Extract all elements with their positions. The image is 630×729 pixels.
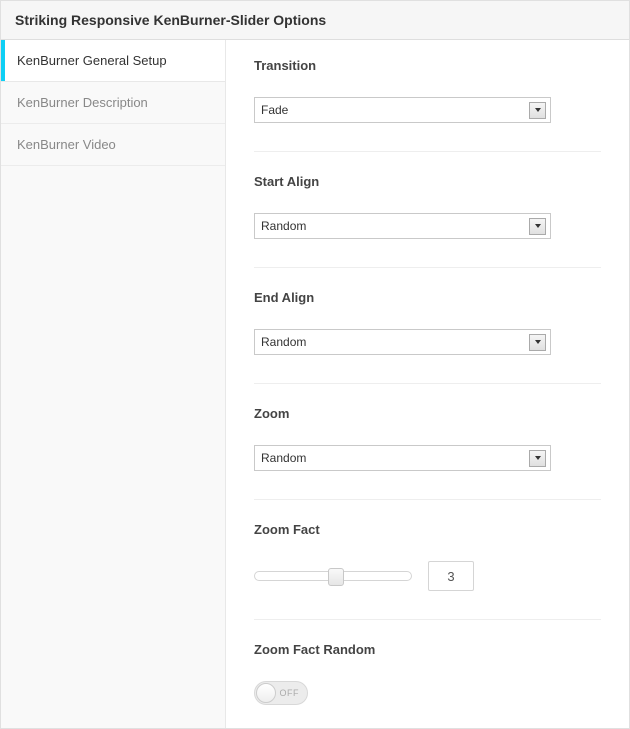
content-area: Transition Fade Start Align Random End A…	[226, 40, 629, 728]
field-transition: Transition Fade	[254, 58, 601, 152]
panel-body: KenBurner General Setup KenBurner Descri…	[1, 40, 629, 728]
zoom-fact-input[interactable]	[428, 561, 474, 591]
transition-select-wrap: Fade	[254, 97, 551, 123]
field-label: Start Align	[254, 174, 601, 189]
zoom-fact-slider[interactable]	[254, 571, 412, 581]
panel-title: Striking Responsive KenBurner-Slider Opt…	[1, 1, 629, 40]
sidebar-item-description[interactable]: KenBurner Description	[1, 82, 225, 124]
start-align-select-wrap: Random	[254, 213, 551, 239]
field-label: Transition	[254, 58, 601, 73]
start-align-select[interactable]: Random	[255, 214, 550, 238]
slider-thumb[interactable]	[328, 568, 344, 586]
field-label: Zoom Fact Random	[254, 642, 601, 657]
end-align-select-wrap: Random	[254, 329, 551, 355]
toggle-knob	[256, 683, 276, 703]
zoom-fact-row	[254, 561, 601, 591]
field-zoom-fact-random: Zoom Fact Random OFF	[254, 642, 601, 728]
sidebar: KenBurner General Setup KenBurner Descri…	[1, 40, 226, 728]
field-label: Zoom	[254, 406, 601, 421]
end-align-select[interactable]: Random	[255, 330, 550, 354]
field-zoom: Zoom Random	[254, 406, 601, 500]
transition-select[interactable]: Fade	[255, 98, 550, 122]
options-panel: Striking Responsive KenBurner-Slider Opt…	[0, 0, 630, 729]
zoom-select[interactable]: Random	[255, 446, 550, 470]
zoom-select-wrap: Random	[254, 445, 551, 471]
sidebar-item-label: KenBurner General Setup	[17, 53, 167, 68]
sidebar-item-label: KenBurner Description	[17, 95, 148, 110]
field-end-align: End Align Random	[254, 290, 601, 384]
field-start-align: Start Align Random	[254, 174, 601, 268]
sidebar-item-video[interactable]: KenBurner Video	[1, 124, 225, 166]
toggle-state-label: OFF	[280, 688, 300, 698]
zoom-fact-random-toggle[interactable]: OFF	[254, 681, 308, 705]
field-label: Zoom Fact	[254, 522, 601, 537]
sidebar-item-general-setup[interactable]: KenBurner General Setup	[1, 40, 225, 82]
field-label: End Align	[254, 290, 601, 305]
sidebar-item-label: KenBurner Video	[17, 137, 116, 152]
field-zoom-fact: Zoom Fact	[254, 522, 601, 620]
